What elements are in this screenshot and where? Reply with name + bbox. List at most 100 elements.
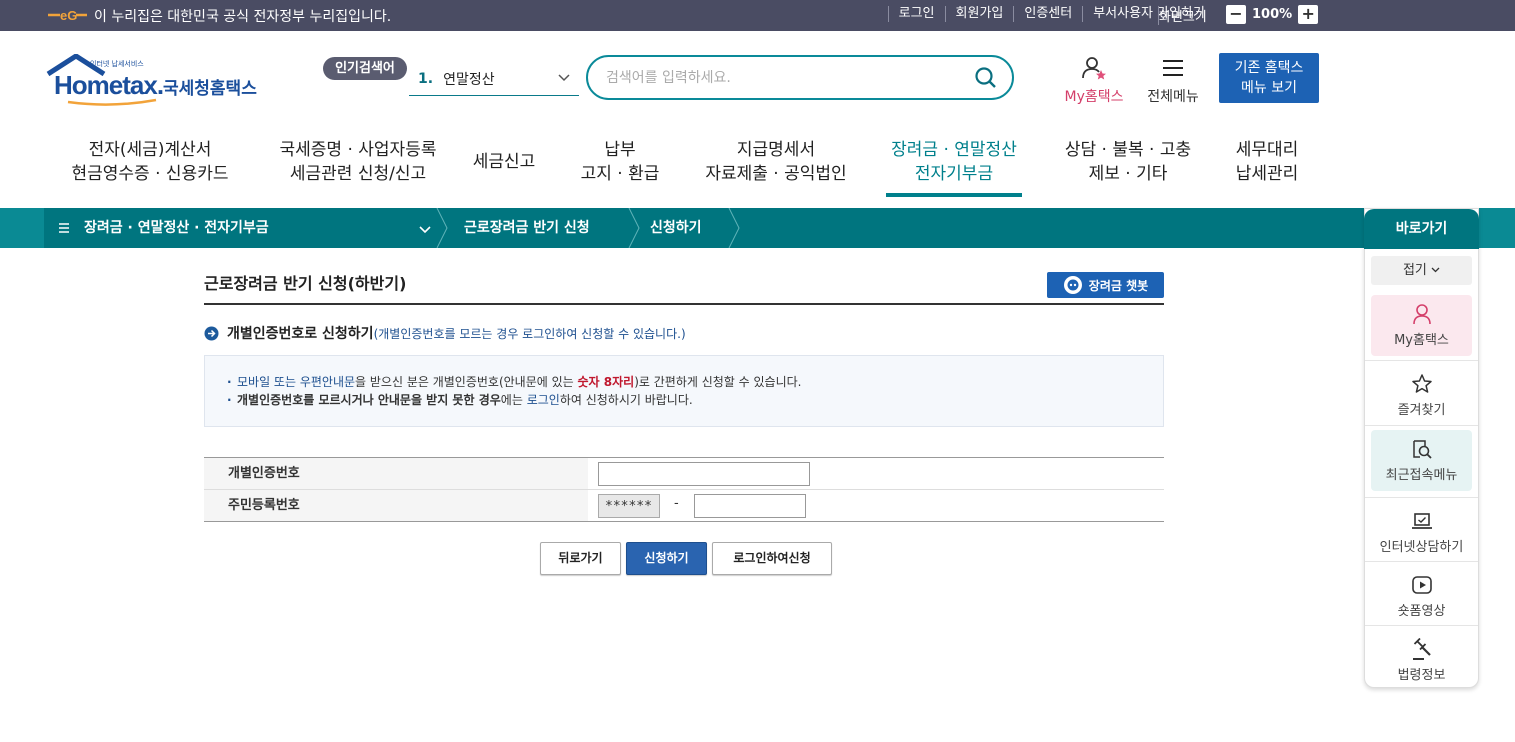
nav-line1: 전자(세금)계산서 — [88, 140, 212, 160]
chatbot-label: 장려금 챗봇 — [1088, 278, 1149, 293]
logo-korean: 국세청홈택스 — [163, 79, 257, 99]
breadcrumb-level2[interactable]: 근로장려금 반기 신청 — [464, 208, 590, 248]
section-heading: 개별인증번호로 신청하기 (개별인증번호를 모르는 경우 로그인하여 신청할 수… — [204, 323, 686, 343]
old-hometax-button[interactable]: 기존 홈택스 메뉴 보기 — [1219, 53, 1319, 103]
user-star-icon — [1082, 57, 1106, 80]
nav-tax-filing[interactable]: 세금신고 — [460, 150, 548, 174]
quick-my-hometax[interactable]: My홈택스 — [1365, 291, 1478, 356]
logo-swoosh-icon — [67, 98, 157, 106]
form-row: 주민등록번호 - — [204, 490, 1164, 522]
quick-shortform-video[interactable]: 숏폼영상 — [1365, 561, 1478, 625]
info-box: 모바일 또는 우편안내문을 받으신 분은 개별인증번호(안내문에 있는 숫자 8… — [204, 355, 1164, 427]
back-button[interactable]: 뒤로가기 — [540, 542, 621, 575]
resident-number-label: 주민등록번호 — [204, 490, 588, 521]
document-search-icon — [1413, 440, 1432, 459]
my-hometax-label: My홈택스 — [1064, 89, 1124, 105]
info-text: 하여 신청하시기 바랍니다. — [559, 393, 693, 407]
nav-payment[interactable]: 납부 고지 · 환급 — [570, 138, 670, 186]
zoom-out-button[interactable]: − — [1226, 5, 1246, 24]
nav-line1: 장려금 · 연말정산 — [891, 140, 1017, 160]
zoom-control: − 100% + — [1226, 5, 1319, 24]
nav-line2: 세금관련 신청/신고 — [289, 164, 427, 184]
fold-button[interactable]: 접기 — [1371, 256, 1472, 285]
nav-consult[interactable]: 상담 · 불복 · 고충 제보 · 기타 — [1050, 138, 1206, 186]
auth-number-input[interactable] — [598, 462, 810, 486]
page-title: 근로장려금 반기 신청(하반기) — [204, 274, 407, 293]
quick-favorites[interactable]: 즐겨찾기 — [1365, 360, 1478, 424]
search-box — [586, 55, 1014, 100]
old-hometax-line2: 메뉴 보기 — [1241, 80, 1297, 96]
nav-line1: 세무대리 — [1235, 140, 1299, 160]
breadcrumb-menu[interactable]: 장려금 · 연말정산 · 전자기부금 — [84, 208, 269, 248]
nav-line1: 지급명세서 — [736, 140, 816, 160]
form-cell — [588, 458, 1164, 489]
nav-line2: 현금영수증 · 신용카드 — [71, 164, 229, 184]
nav-payment-statement[interactable]: 지급명세서 자료제출 · 공익법인 — [686, 138, 866, 186]
zoom-in-button[interactable]: + — [1298, 5, 1319, 24]
cert-center-link[interactable]: 인증센터 — [1013, 6, 1082, 22]
quick-law-info[interactable]: 법령정보 — [1365, 625, 1478, 689]
nav-incentive[interactable]: 장려금 · 연말정산 전자기부금 — [880, 138, 1028, 186]
svg-text:eG: eG — [60, 8, 77, 23]
info-item: 개별인증번호를 모르시거나 안내문을 받지 못한 경우에는 로그인하여 신청하시… — [227, 391, 1141, 409]
logo-tagline: 인터넷 납세서비스 — [90, 60, 144, 68]
nav-e-invoice[interactable]: 전자(세금)계산서 현금영수증 · 신용카드 — [50, 138, 250, 186]
nav-line2: 전자기부금 — [914, 164, 994, 184]
resident-number-back[interactable] — [694, 494, 806, 518]
nav-line2: 제보 · 기타 — [1088, 164, 1168, 184]
breadcrumb-separator-icon — [628, 208, 640, 248]
old-hometax-line1: 기존 홈택스 — [1234, 60, 1304, 76]
info-text: 모바일 또는 우편안내문 — [237, 375, 356, 389]
info-text: 을 받으신 분은 개별인증번호(안내문에 있는 — [355, 375, 578, 389]
quick-label: 즐겨찾기 — [1397, 403, 1446, 418]
breadcrumb-level3[interactable]: 신청하기 — [650, 208, 702, 248]
arrow-circle-icon — [204, 326, 219, 340]
my-hometax-button[interactable]: My홈택스 — [1058, 56, 1130, 106]
gov-banner: eG 이 누리집은 대한민국 공식 전자정부 누리집입니다. 로그인 회원가입 … — [0, 0, 1515, 31]
quick-label: 최근접속메뉴 — [1385, 468, 1458, 483]
popular-search-select[interactable]: 1. 연말정산 — [409, 62, 579, 96]
quick-recent-menu[interactable]: 최근접속메뉴 — [1365, 425, 1478, 491]
info-highlight: 숫자 8자리 — [577, 375, 635, 389]
nav-line2: 자료제출 · 공익법인 — [705, 164, 847, 184]
login-link[interactable]: 로그인 — [887, 6, 945, 22]
all-menu-label: 전체메뉴 — [1147, 89, 1199, 105]
incentive-chatbot-button[interactable]: 장려금 챗봇 — [1047, 272, 1164, 298]
nav-line1: 납부 — [604, 140, 636, 160]
chatbot-icon — [1063, 276, 1082, 294]
user-icon — [1413, 304, 1431, 325]
gavel-icon — [1413, 638, 1431, 660]
gov-banner-text: 이 누리집은 대한민국 공식 전자정부 누리집입니다. — [94, 9, 392, 25]
search-icon[interactable] — [974, 66, 998, 90]
nav-line2: 고지 · 환급 — [580, 164, 660, 184]
nav-line2: 납세관리 — [1235, 164, 1299, 184]
quick-online-consult[interactable]: 인터넷상담하기 — [1365, 497, 1478, 561]
quick-label: 인터넷상담하기 — [1379, 540, 1464, 555]
nav-active-indicator — [886, 193, 1022, 197]
nav-certificate[interactable]: 국세증명 · 사업자등록 세금관련 신청/신고 — [258, 138, 458, 186]
login-inline-link[interactable]: 로그인 — [527, 393, 560, 407]
resident-number-front[interactable] — [598, 494, 660, 518]
chevron-down-icon[interactable] — [418, 222, 432, 236]
form-cell: - — [588, 490, 1164, 521]
signup-link[interactable]: 회원가입 — [944, 6, 1014, 22]
screen-size-label: 화면크기 — [1158, 6, 1207, 25]
quick-label: My홈택스 — [1394, 333, 1449, 348]
nav-line1: 세금신고 — [472, 152, 536, 172]
popular-rank: 1. — [418, 70, 434, 87]
nav-line1: 국세증명 · 사업자등록 — [279, 140, 437, 160]
popular-term: 연말정산 — [443, 71, 495, 88]
apply-button[interactable]: 신청하기 — [626, 542, 707, 575]
hometax-logo[interactable]: 인터넷 납세서비스 Hometax. 국세청홈택스 — [46, 54, 261, 106]
all-menu-button[interactable]: 전체메뉴 — [1140, 56, 1206, 106]
title-divider — [204, 303, 1164, 305]
login-apply-button[interactable]: 로그인하여신청 — [712, 542, 832, 575]
info-text: )로 간편하게 신청할 수 있습니다. — [634, 375, 802, 389]
nav-tax-agent[interactable]: 세무대리 납세관리 — [1222, 138, 1312, 186]
auth-number-label: 개별인증번호 — [204, 458, 588, 489]
breadcrumb: 장려금 · 연말정산 · 전자기부금 근로장려금 반기 신청 신청하기 — [44, 208, 1364, 248]
hamburger-icon — [1163, 60, 1183, 76]
search-input[interactable] — [606, 67, 966, 89]
quick-links-panel: 바로가기 접기 My홈택스 즐겨찾기 최근접속메뉴 인터넷상담하기 숏폼영상 법… — [1364, 208, 1479, 688]
quick-label: 법령정보 — [1397, 668, 1446, 683]
